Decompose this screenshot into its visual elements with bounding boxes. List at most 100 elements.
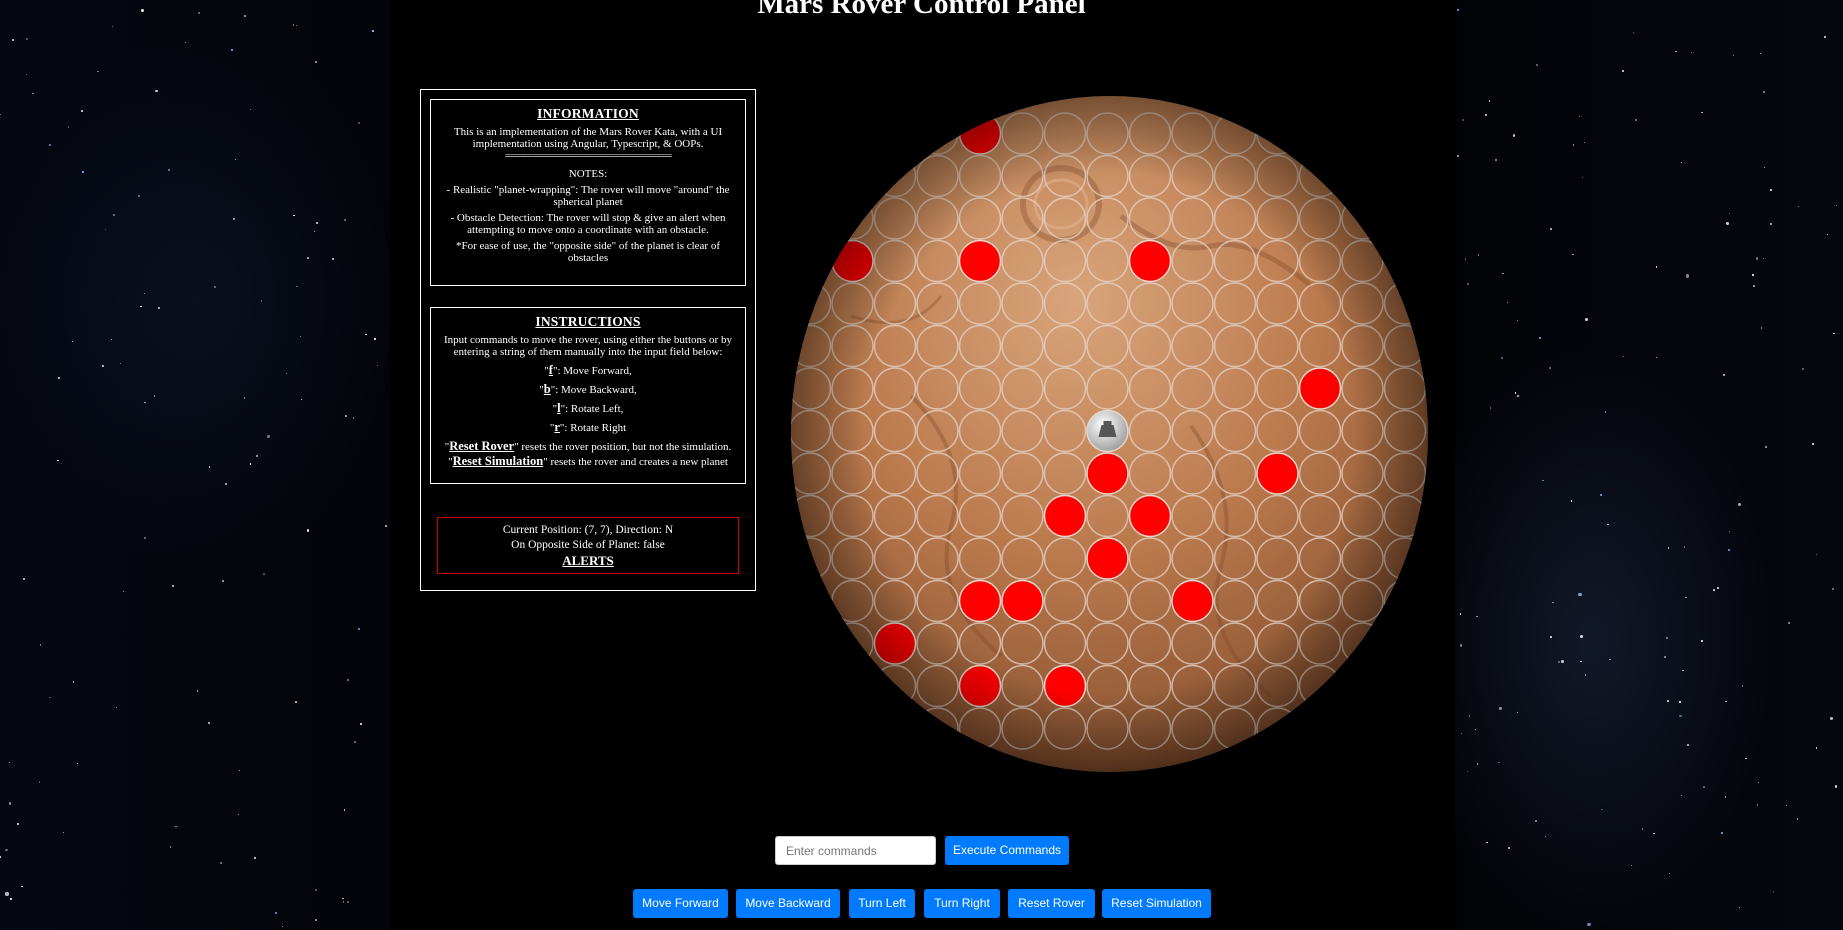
execute-commands-button[interactable]: Execute Commands: [945, 836, 1069, 865]
reset-rover-button[interactable]: Reset Rover: [1008, 889, 1095, 918]
grid-cell: [1171, 664, 1214, 708]
star: [5, 849, 8, 852]
star: [1608, 658, 1611, 661]
star: [1679, 714, 1682, 717]
star: [385, 524, 387, 527]
grid-cell: [958, 197, 1002, 240]
star: [1717, 587, 1720, 590]
star: [20, 885, 23, 888]
star: [1578, 593, 1582, 597]
obstacle-cell: [1128, 239, 1172, 283]
star: [249, 108, 251, 110]
star: [1725, 700, 1727, 702]
star: [238, 813, 240, 815]
star: [1459, 613, 1461, 615]
grid-cell: [1256, 324, 1299, 368]
grid-cell: [1001, 112, 1044, 155]
grid-cell: [1256, 367, 1299, 410]
star: [256, 455, 258, 457]
star: [1550, 636, 1552, 638]
grid-cell: [873, 197, 917, 240]
star: [1561, 659, 1565, 663]
star: [1685, 274, 1690, 278]
star: [60, 462, 63, 465]
grid-cell: [1298, 452, 1342, 495]
information-heading: INFORMATION: [537, 106, 639, 121]
star: [1630, 864, 1632, 866]
grid-cell: [1001, 664, 1044, 708]
grid-cell: [1213, 494, 1257, 538]
star: [1462, 118, 1464, 121]
command-item: "r": Rotate Right: [549, 420, 627, 434]
star: [11, 38, 14, 41]
star: [1675, 51, 1677, 53]
move-backward-button[interactable]: Move Backward: [736, 889, 840, 918]
reset-rover-note: "Reset Rover" resets the rover position,…: [444, 439, 732, 453]
grid-cell: [1256, 197, 1299, 240]
star: [1580, 660, 1582, 662]
star: [1516, 319, 1519, 322]
obstacle-cell: [1001, 579, 1044, 623]
grid-cell: [1043, 324, 1087, 368]
star: [1572, 254, 1574, 256]
star: [25, 73, 28, 76]
star: [39, 644, 41, 646]
grid-cell: [1001, 367, 1044, 410]
star: [213, 286, 216, 289]
commands-input[interactable]: [775, 836, 936, 865]
star: [1466, 770, 1468, 773]
star: [1680, 161, 1683, 163]
grid-cell: [1213, 154, 1257, 198]
star: [281, 925, 283, 928]
star: [1722, 373, 1725, 376]
grid-cell: [1086, 494, 1129, 538]
reset-simulation-button[interactable]: Reset Simulation: [1102, 889, 1211, 918]
obstacle-cell: [1256, 452, 1299, 495]
grid-cell: [1171, 707, 1214, 750]
grid-cell: [1213, 324, 1257, 368]
star: [1474, 728, 1477, 730]
star: [307, 257, 309, 259]
star: [1724, 796, 1726, 798]
star: [376, 365, 379, 367]
grid-cell: [958, 282, 1002, 325]
star: [1621, 70, 1624, 73]
instructions-intro: Input commands to move the rover, using …: [444, 334, 732, 358]
obstacle-cell: [873, 622, 917, 665]
grid-cell: [791, 452, 832, 495]
grid-cell: [1128, 452, 1172, 495]
star: [72, 681, 75, 683]
star: [1476, 763, 1479, 765]
turn-right-button[interactable]: Turn Right: [924, 889, 1000, 918]
star: [1632, 32, 1634, 34]
star: [139, 305, 142, 308]
grid-cell: [831, 324, 874, 368]
star: [58, 376, 60, 379]
move-forward-button[interactable]: Move Forward: [633, 889, 728, 918]
turn-left-button[interactable]: Turn Left: [849, 889, 915, 918]
star: [1684, 546, 1686, 548]
star: [1502, 272, 1504, 275]
star: [373, 338, 376, 340]
star: [1770, 189, 1773, 192]
star: [144, 293, 146, 295]
grid-cell: [1171, 452, 1214, 495]
star: [1466, 283, 1469, 286]
grid-cell: [1001, 409, 1044, 453]
star: [71, 340, 73, 343]
grid-cell: [1298, 197, 1342, 240]
star: [1682, 669, 1684, 672]
star: [301, 399, 303, 401]
grid-cell: [873, 282, 917, 325]
obstacle-cell: [1171, 579, 1214, 623]
star: [175, 825, 177, 828]
star: [358, 121, 361, 124]
grid-cell: [1171, 197, 1214, 240]
star: [1498, 761, 1500, 764]
star: [1729, 531, 1731, 533]
star: [1494, 159, 1497, 162]
star: [360, 723, 362, 725]
star: [346, 678, 349, 681]
info-panel: INFORMATION This is an implementation of…: [420, 89, 756, 591]
grid-cell: [873, 579, 917, 623]
